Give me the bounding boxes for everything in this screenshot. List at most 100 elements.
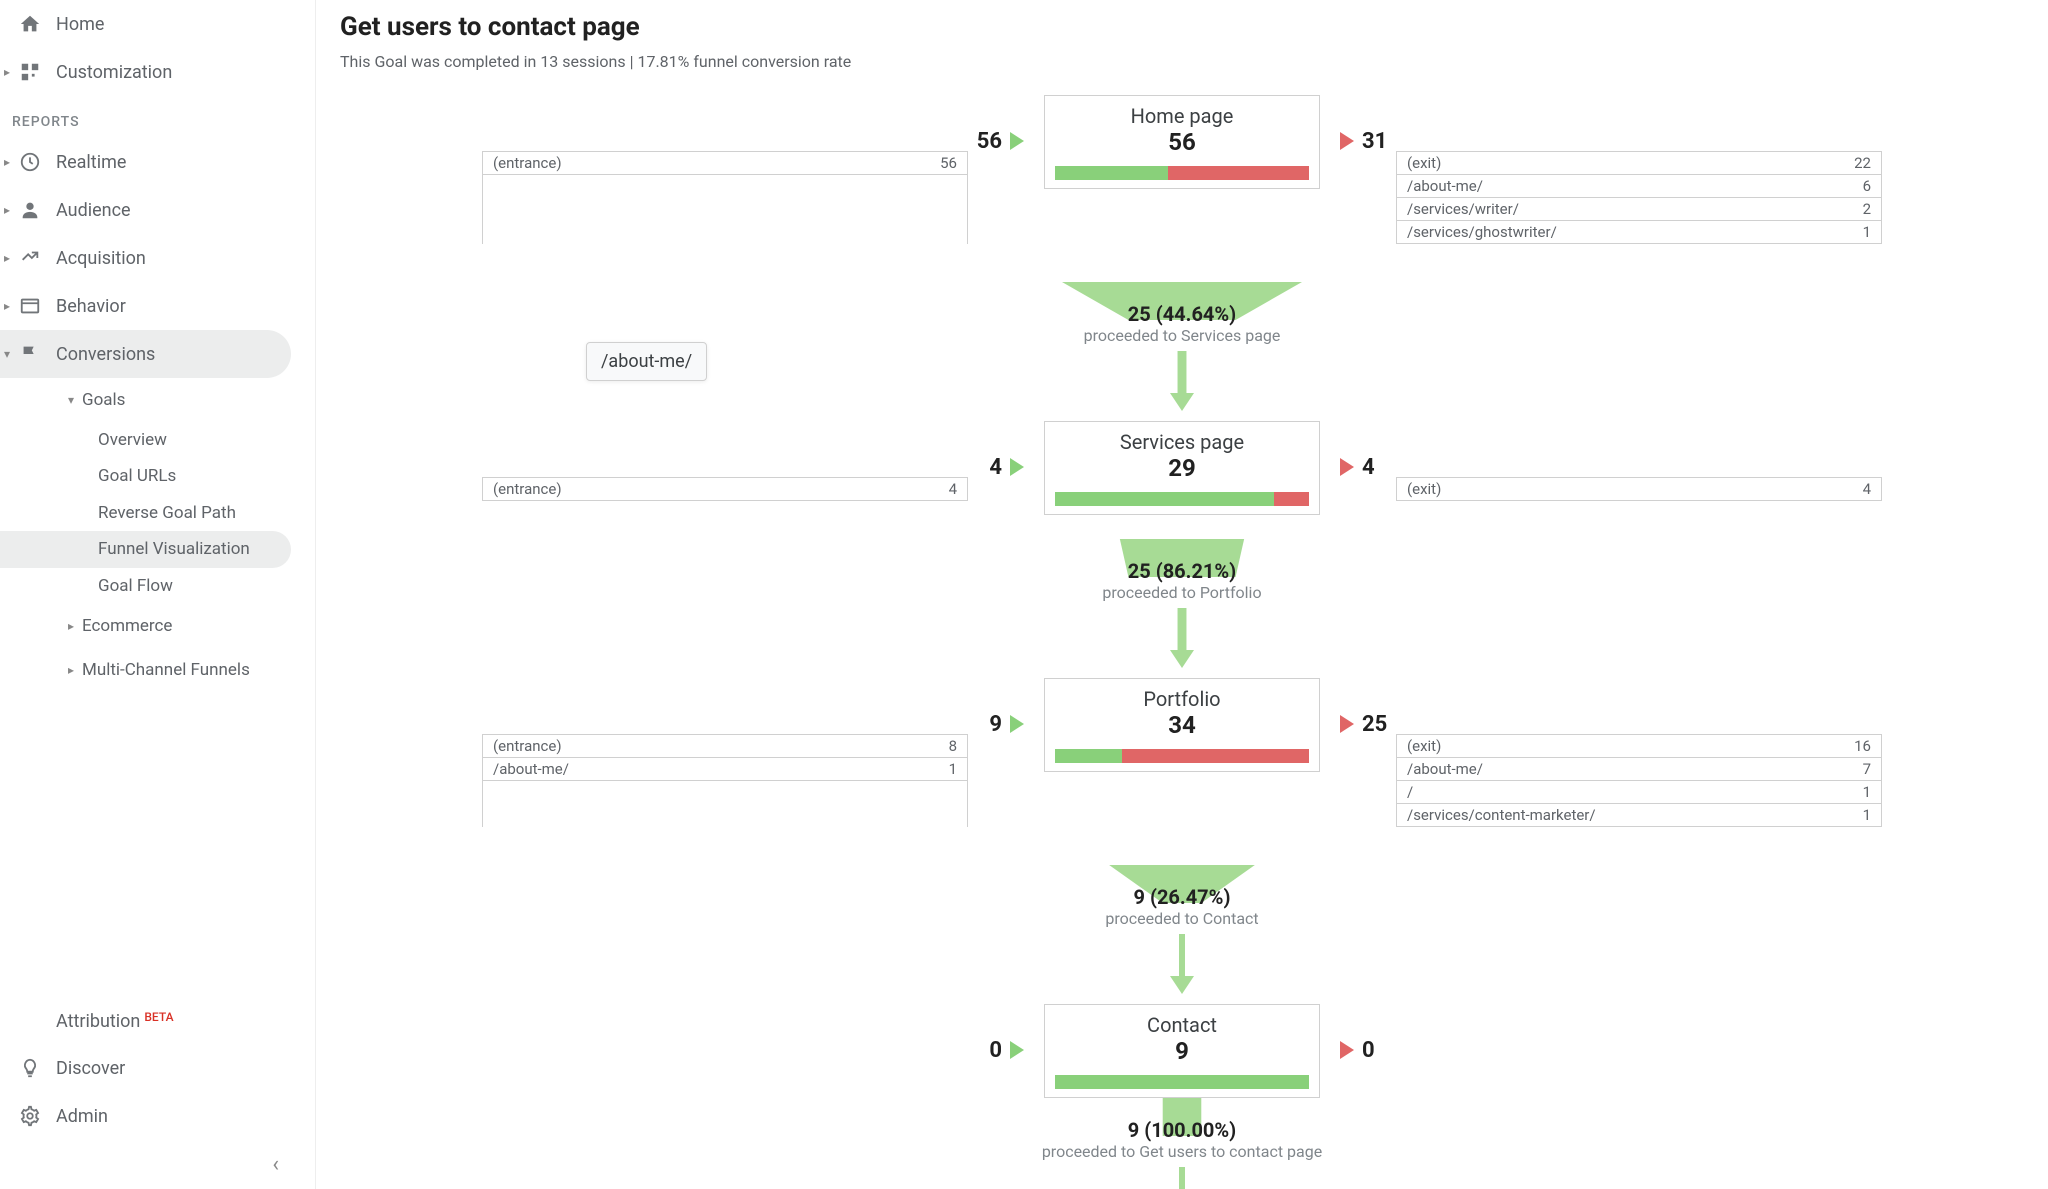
count: 1: [1863, 806, 1871, 824]
table-row[interactable]: /1: [1397, 781, 1881, 804]
table-row[interactable]: (entrance)56: [483, 152, 967, 175]
count: 4: [949, 480, 957, 498]
caret-icon: ▸: [4, 203, 14, 217]
step-outflow: 31: [1340, 129, 1882, 154]
table-row[interactable]: /services/content-marketer/1: [1397, 804, 1881, 827]
attribution-text: Attribution: [56, 1011, 140, 1032]
nav-overview[interactable]: Overview: [0, 422, 291, 458]
proceed-info: 25 (86.21%)proceeded to Portfolio: [482, 559, 1882, 602]
nav-label: Conversions: [56, 344, 291, 365]
table-row[interactable]: /about-me/7: [1397, 758, 1881, 781]
inflow-table[interactable]: (entrance) 4: [482, 477, 968, 501]
step-title: Portfolio: [1045, 687, 1319, 711]
count: 1: [1863, 783, 1871, 801]
nav-behavior[interactable]: ▸ Behavior: [0, 282, 291, 330]
proceed-info: 9 (26.47%)proceeded to Contact: [482, 885, 1882, 928]
funnel-step[interactable]: Contact9: [1044, 1004, 1320, 1098]
outflow-count: 0: [1362, 1038, 1375, 1063]
inflow-table[interactable]: (entrance)56: [482, 151, 968, 244]
inflow-table[interactable]: (entrance)8/about-me/1: [482, 734, 968, 827]
caret-icon: ▸: [4, 299, 14, 313]
table-row[interactable]: (entrance)8: [483, 735, 967, 758]
outflow-table[interactable]: (exit)16/about-me/7/1/services/content-m…: [1396, 734, 1882, 827]
beta-badge: BETA: [144, 1010, 173, 1024]
table-row[interactable]: /about-me/6: [1397, 175, 1881, 198]
table-row[interactable]: /services/ghostwriter/1: [1397, 221, 1881, 244]
step-inflow: 56: [482, 129, 1024, 154]
step-inflow: 9: [482, 712, 1024, 737]
nav-goal-urls[interactable]: Goal URLs: [0, 458, 291, 494]
inflow-count: 56: [977, 129, 1002, 154]
nav-label: Acquisition: [56, 248, 291, 269]
nav-home[interactable]: Home: [0, 0, 291, 48]
count: 6: [1863, 177, 1871, 195]
table-row[interactable]: (exit)4: [1397, 478, 1881, 501]
outflow-table[interactable]: (exit) 22/about-me/6/services/writer/2/se…: [1396, 151, 1882, 244]
nav-label: Overview: [98, 430, 291, 450]
step-count: 9: [1045, 1037, 1319, 1065]
nav-acquisition[interactable]: ▸ Acquisition: [0, 234, 291, 282]
nav-realtime[interactable]: ▸ Realtime: [0, 138, 291, 186]
table-row[interactable]: (entrance) 4: [483, 478, 967, 501]
step-outflow: 4: [1340, 455, 1882, 480]
proceed-count: 9 (100.00%): [482, 1118, 1882, 1142]
nav-label: Goal URLs: [98, 466, 291, 486]
path: (exit): [1407, 154, 1441, 172]
step-bar: [1055, 1075, 1309, 1089]
collapse-sidebar-button[interactable]: ‹: [0, 1140, 315, 1177]
caret-icon: ▸: [4, 65, 14, 79]
person-icon: [18, 198, 42, 222]
table-row[interactable]: /services/writer/2: [1397, 198, 1881, 221]
caret-down-icon: ▾: [68, 393, 78, 407]
customization-icon: [18, 60, 42, 84]
nav-attribution[interactable]: Attribution BETA: [0, 999, 291, 1044]
caret-icon: ▸: [68, 663, 78, 677]
nav-reverse-goal-path[interactable]: Reverse Goal Path: [0, 495, 291, 531]
inflow-count: 0: [989, 1038, 1002, 1063]
nav-goals[interactable]: ▾ Goals: [0, 378, 291, 422]
count: 7: [1863, 760, 1871, 778]
nav-label: Multi-Channel Funnels: [82, 660, 291, 680]
nav-discover[interactable]: Discover: [0, 1044, 291, 1092]
arrow-down-icon: [1170, 1167, 1194, 1189]
outflow-count: 25: [1362, 712, 1387, 737]
proceed-label: proceeded to Services page: [482, 326, 1882, 345]
inflow-count: 4: [989, 455, 1002, 480]
arrow-right-red-icon: [1340, 458, 1354, 476]
page-title: Get users to contact page: [340, 12, 2024, 42]
outflow-table[interactable]: (exit)4: [1396, 477, 1882, 501]
outflow-count: 31: [1362, 129, 1387, 154]
nav-label: Discover: [56, 1058, 291, 1079]
flag-icon: [18, 342, 42, 366]
nav-label: Goals: [82, 390, 291, 410]
nav-label: Realtime: [56, 152, 291, 173]
table-row[interactable]: /about-me/1: [483, 758, 967, 781]
nav-customization[interactable]: ▸ Customization: [0, 48, 291, 96]
table-row[interactable]: (exit) 22: [1397, 152, 1881, 175]
nav-funnel-visualization[interactable]: Funnel Visualization: [0, 531, 291, 567]
outflow-count: 4: [1362, 455, 1375, 480]
caret-icon: ▸: [4, 251, 14, 265]
nav-goal-flow[interactable]: Goal Flow: [0, 568, 291, 604]
bulb-icon: [18, 1056, 42, 1080]
path: (entrance): [493, 480, 562, 498]
path: /services/content-marketer/: [1407, 806, 1596, 824]
caret-icon: ▸: [4, 155, 14, 169]
gear-icon: [18, 1104, 42, 1128]
funnel-visualization: Home page565631(entrance)56(exit)22/abou…: [482, 95, 1882, 1189]
nav-label: Funnel Visualization: [98, 539, 291, 559]
table-row[interactable]: (exit)16: [1397, 735, 1881, 758]
proceed-info: 9 (100.00%)proceeded to Get users to con…: [482, 1118, 1882, 1161]
nav-label: Audience: [56, 200, 291, 221]
nav-multi-channel[interactable]: ▸ Multi-Channel Funnels: [0, 648, 291, 692]
arrow-right-red-icon: [1340, 132, 1354, 150]
count: 22: [1854, 154, 1871, 172]
proceed-count: 9 (26.47%): [482, 885, 1882, 909]
nav-audience[interactable]: ▸ Audience: [0, 186, 291, 234]
path: (entrance): [493, 154, 562, 172]
nav-admin[interactable]: Admin: [0, 1092, 291, 1140]
nav-conversions[interactable]: ▾ Conversions: [0, 330, 291, 378]
arrow-right-green-icon: [1010, 715, 1024, 733]
path: (entrance): [493, 737, 562, 755]
nav-ecommerce[interactable]: ▸ Ecommerce: [0, 604, 291, 648]
